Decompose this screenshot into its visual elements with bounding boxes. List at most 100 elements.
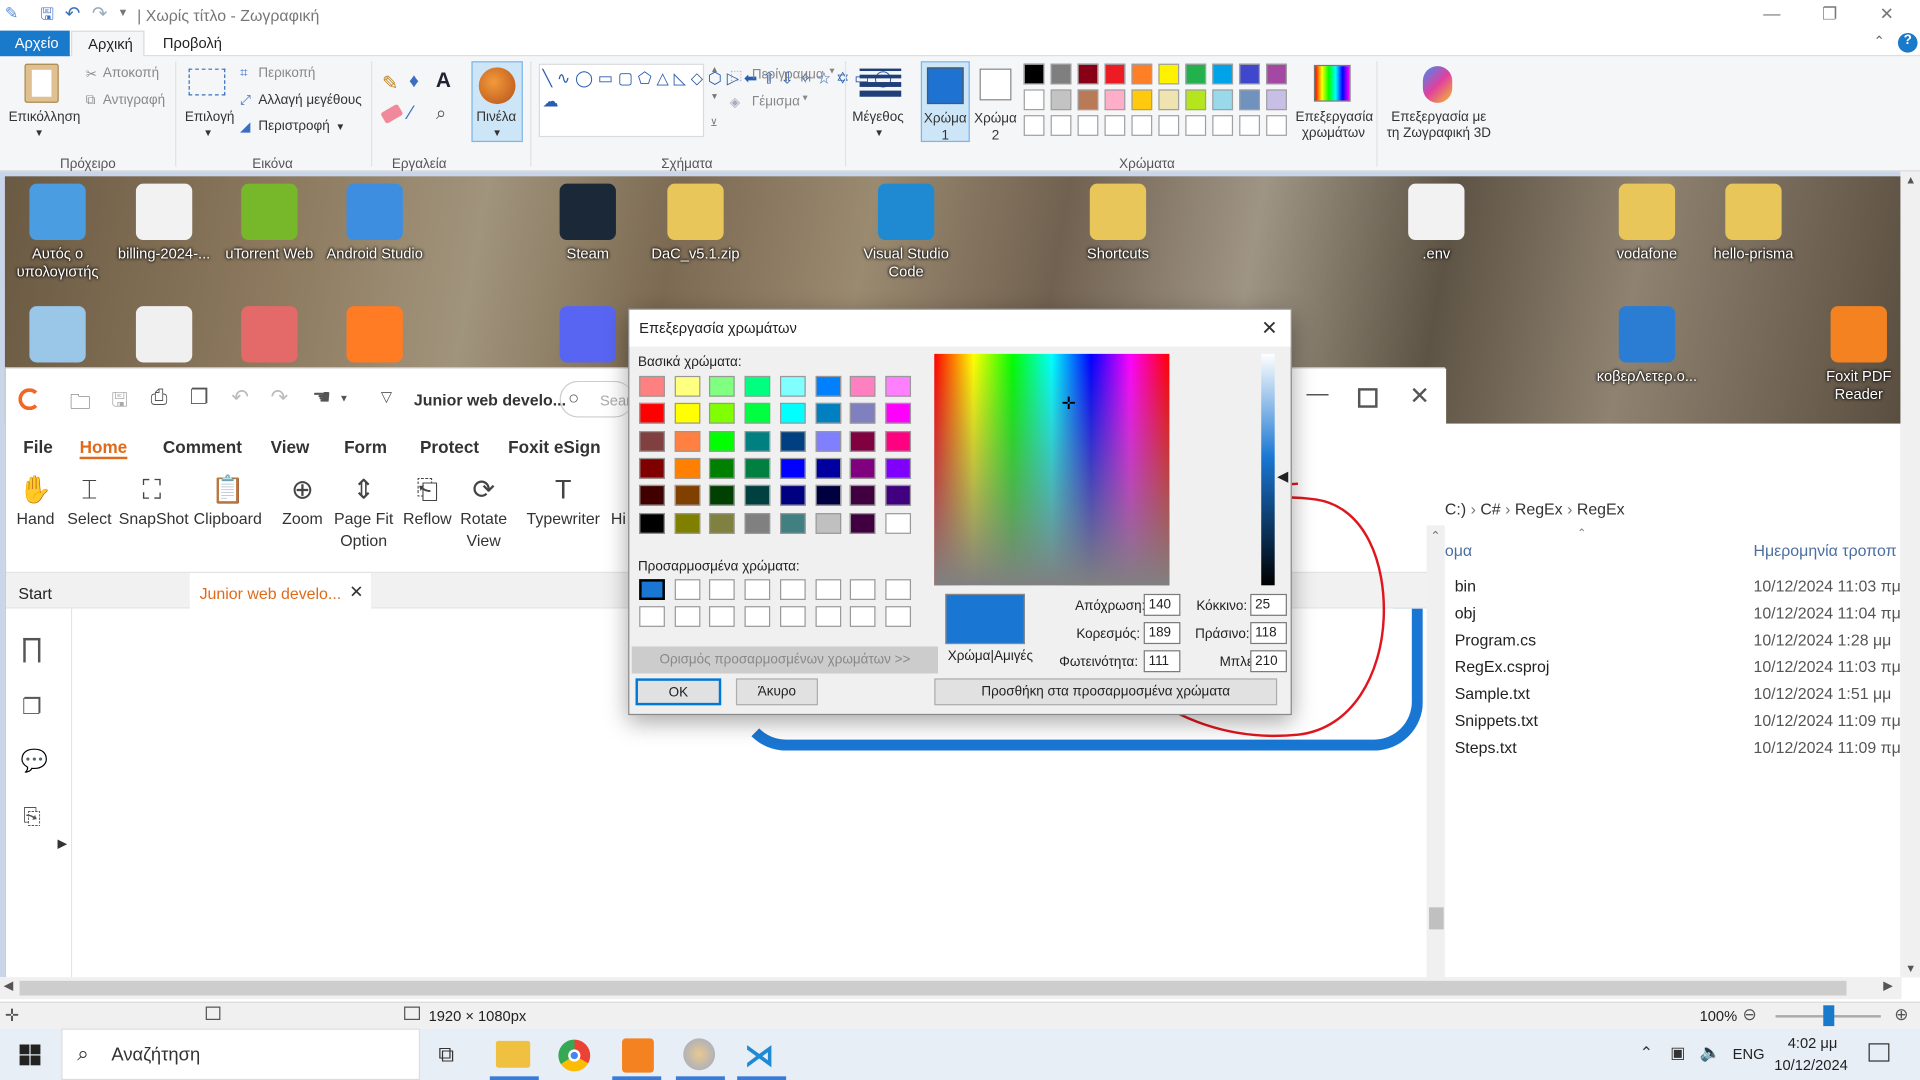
desktop-icon[interactable] [214, 306, 324, 367]
tool-page-fit-option[interactable]: ⇕ Page Fit Option [332, 471, 396, 552]
color-picker-icon[interactable]: ⁄ [409, 103, 412, 125]
custom-color-swatch[interactable] [709, 579, 736, 601]
shapes-icons[interactable]: ╲∿◯▭▢⬠△◺◇⬡▷⬅⇧⇩✧☆✡▭◯☁ [542, 66, 891, 113]
tab-home[interactable]: Αρχική [71, 30, 145, 57]
zoom-in-icon[interactable]: ⊕ [1894, 1004, 1908, 1025]
sat-field[interactable]: 189 [1143, 622, 1181, 645]
menu-home[interactable]: Home [79, 437, 128, 460]
desktop-icon[interactable]: DaC_v5.1.zip [640, 183, 750, 264]
desktop-icon[interactable] [320, 306, 430, 367]
desktop-icon[interactable]: billing-2024-... [109, 183, 219, 264]
custom-color-swatch[interactable] [850, 606, 876, 627]
volume-icon[interactable]: 🔈 [1700, 1042, 1721, 1063]
scroll-right-icon[interactable]: ▶ [1883, 980, 1892, 993]
desktop-icon[interactable]: Android Studio [320, 183, 430, 264]
tab-file[interactable]: Αρχείο [0, 30, 70, 57]
restore-icon[interactable]: ❐ [1822, 4, 1837, 25]
basic-color-swatch[interactable] [814, 457, 841, 479]
h-scroll-thumb[interactable] [19, 980, 1847, 996]
menu-view[interactable]: View [271, 437, 310, 457]
size-icon[interactable] [859, 68, 902, 97]
luminance-arrow-icon[interactable]: ◀ [1277, 468, 1288, 485]
palette-swatch[interactable] [1239, 89, 1261, 111]
palette-swatch[interactable] [1158, 115, 1180, 136]
desktop-icon[interactable]: Visual Studio Code [851, 183, 961, 282]
palette-swatch[interactable] [1077, 115, 1099, 136]
palette-swatch[interactable] [1212, 63, 1234, 85]
basic-color-swatch[interactable] [744, 457, 771, 479]
notifications-icon[interactable] [1868, 1043, 1890, 1062]
menu-protect[interactable]: Protect [420, 437, 479, 457]
basic-color-swatch[interactable] [885, 457, 911, 479]
file-row[interactable]: Program.cs 10/12/2024 1:28 μμ [1455, 627, 1896, 654]
column-date-header[interactable]: Ημερομηνία τροποπ [1753, 541, 1896, 559]
close-icon[interactable]: ✕ [1409, 381, 1430, 412]
save-icon[interactable]: 🖫 [111, 387, 128, 420]
basic-color-swatch[interactable] [779, 512, 806, 534]
basic-color-swatch[interactable] [885, 375, 911, 397]
color-spectrum[interactable]: ✛ [934, 353, 1170, 586]
taskbar-search[interactable]: ⌕ Αναζήτηση [61, 1028, 421, 1080]
fill-dropdown-icon[interactable]: ▼ [801, 94, 809, 103]
outline-button[interactable]: Περίγραμμα [752, 67, 824, 82]
menu-file[interactable]: File [23, 437, 53, 457]
tool-hi[interactable]: Hi [606, 471, 630, 530]
select-icon[interactable] [188, 68, 226, 96]
basic-color-swatch[interactable] [744, 403, 771, 425]
crop-button[interactable]: Περικοπή [258, 66, 315, 81]
tool-snapshot[interactable]: ⛶ SnapShot [119, 471, 189, 530]
select-dropdown-icon[interactable]: ▼ [203, 127, 213, 138]
tab-junior[interactable]: Junior web develo... ✕ [189, 573, 372, 610]
desktop-icon[interactable]: Steam [533, 183, 643, 264]
copy-button[interactable]: Αντιγραφή [103, 93, 165, 108]
basic-color-swatch[interactable] [639, 430, 665, 452]
select-button[interactable]: Επιλογή [185, 110, 235, 125]
palette-swatch[interactable] [1131, 115, 1153, 136]
desktop-icon[interactable] [533, 306, 643, 367]
eraser-icon[interactable] [380, 103, 404, 125]
basic-color-swatch[interactable] [779, 403, 806, 425]
custom-color-swatch[interactable] [779, 579, 806, 601]
basic-color-swatch[interactable] [779, 457, 806, 479]
zoom-slider-thumb[interactable] [1823, 1005, 1835, 1027]
define-custom-colors-button[interactable]: Ορισμός προσαρμοσμένων χρωμάτων >> [631, 646, 938, 674]
column-name-header[interactable]: ομα [1445, 541, 1472, 559]
collapse-ribbon-icon[interactable]: ⌃ [1873, 33, 1884, 49]
custom-color-swatch[interactable] [639, 606, 665, 627]
maximize-icon[interactable] [1357, 388, 1378, 408]
basic-color-swatch[interactable] [639, 403, 665, 425]
open-folder-icon[interactable]: 🗀 [70, 387, 91, 423]
minimize-icon[interactable]: — [1763, 4, 1780, 24]
custom-color-swatch[interactable] [814, 606, 841, 627]
custom-color-swatch[interactable] [814, 579, 841, 601]
custom-color-swatch[interactable] [674, 579, 701, 601]
palette-swatch[interactable] [1104, 89, 1126, 111]
size-dropdown-icon[interactable]: ▼ [874, 127, 884, 138]
search-box[interactable]: ○ Sear [559, 380, 634, 418]
palette-swatch[interactable] [1185, 63, 1207, 85]
hand-dropdown-icon[interactable]: ▼ [339, 393, 349, 404]
basic-color-swatch[interactable] [850, 403, 876, 425]
file-row[interactable]: RegEx.csproj 10/12/2024 11:03 πμ [1455, 654, 1901, 681]
shapes-more-icon[interactable]: ⊻ [710, 118, 717, 129]
close-icon[interactable]: ✕ [1880, 4, 1894, 25]
dialog-close-icon[interactable]: ✕ [1261, 316, 1277, 340]
basic-color-swatch[interactable] [639, 457, 665, 479]
basic-color-swatch[interactable] [744, 485, 771, 506]
undo-icon[interactable]: ↶ [231, 386, 248, 410]
palette-swatch[interactable] [1158, 63, 1180, 85]
scroll-up-icon[interactable]: ▲ [1905, 174, 1916, 186]
breadcrumb[interactable]: C:) › C# › RegEx › RegEx [1445, 500, 1625, 518]
desktop-icon[interactable] [109, 306, 219, 367]
file-row[interactable]: Snippets.txt 10/12/2024 11:09 πμ [1455, 708, 1901, 735]
custom-color-swatch[interactable] [885, 606, 911, 627]
edit-paint3d-button[interactable]: Επεξεργασία με τη Ζωγραφική 3D [1384, 110, 1494, 142]
basic-color-swatch[interactable] [674, 485, 701, 506]
task-view-icon[interactable]: ⧉ [438, 1042, 454, 1068]
zoom-out-icon[interactable]: ⊖ [1742, 1004, 1756, 1025]
clock-time[interactable]: 4:02 μμ [1788, 1035, 1838, 1052]
desktop-icon[interactable]: hello-prisma [1698, 183, 1808, 264]
file-row[interactable]: obj 10/12/2024 11:04 πμ [1455, 600, 1901, 627]
desktop-icon[interactable]: .env [1381, 183, 1491, 264]
desktop-icon[interactable]: uTorrent Web [214, 183, 324, 264]
